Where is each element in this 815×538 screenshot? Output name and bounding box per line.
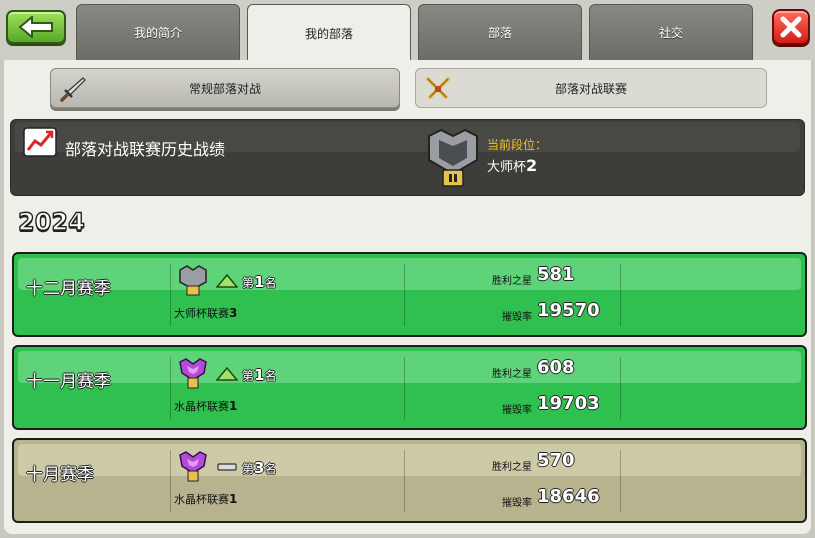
- season-place: 第1名: [242, 273, 276, 291]
- rank-same-icon: [217, 463, 237, 471]
- divider: [404, 357, 405, 419]
- league-tier: 1: [229, 492, 238, 506]
- destruction-label: 摧毁率: [502, 405, 532, 416]
- current-rank-label: 当前段位：: [487, 138, 548, 152]
- league-label: 大师杯联赛: [174, 307, 229, 320]
- place-prefix: 第: [242, 462, 255, 476]
- place-number: 3: [254, 459, 265, 477]
- current-rank-name: 大师杯: [487, 160, 527, 175]
- stars-value: 581: [537, 264, 575, 285]
- place-suffix: 名: [264, 462, 277, 476]
- war-league-label: 部落对战联赛: [554, 81, 627, 96]
- stars-label: 胜利之星: [492, 369, 532, 380]
- row-highlight: [18, 444, 801, 476]
- back-arrow-icon: [18, 16, 53, 38]
- master-league-icon: [428, 128, 478, 187]
- divider: [620, 357, 621, 419]
- history-title: 部落对战联赛历史战绩: [65, 140, 226, 159]
- regular-war-tab[interactable]: 常规部落对战: [50, 68, 400, 108]
- divider: [170, 264, 171, 326]
- league-label: 水晶杯联赛: [174, 493, 229, 506]
- tab-label: 社交: [658, 26, 683, 40]
- back-button[interactable]: [6, 10, 66, 44]
- close-button[interactable]: [772, 9, 810, 45]
- destruction-label: 摧毁率: [502, 312, 532, 323]
- stars-value: 570: [537, 450, 575, 471]
- league-label: 水晶杯联赛: [174, 400, 229, 413]
- close-x-icon: [780, 16, 802, 38]
- season-name: 十月赛季: [26, 465, 94, 485]
- row-highlight: [18, 258, 801, 290]
- history-header: 部落对战联赛历史战绩 当前段位： 大师杯2: [10, 119, 805, 196]
- place-prefix: 第: [242, 276, 255, 290]
- tab-my-clan[interactable]: 我的部落: [247, 4, 411, 62]
- divider: [404, 450, 405, 512]
- season-name: 十二月赛季: [26, 279, 111, 299]
- place-number: 1: [254, 273, 265, 291]
- tab-social[interactable]: 社交: [589, 4, 753, 60]
- current-rank-value: 大师杯2: [487, 156, 537, 175]
- league-tier: 3: [229, 306, 238, 320]
- season-row[interactable]: 十二月赛季 第1名 大师杯联赛3 胜利之星 581 摧毁率 19570: [12, 252, 807, 337]
- destruction-label: 摧毁率: [502, 498, 532, 509]
- stars-value: 608: [537, 357, 575, 378]
- destruction-value: 19703: [537, 393, 600, 414]
- destruction-value: 18646: [537, 486, 600, 507]
- tab-my-profile[interactable]: 我的简介: [76, 4, 240, 60]
- stars-label: 胜利之星: [492, 276, 532, 287]
- crossed-swords-icon: [426, 77, 450, 99]
- league-name: 大师杯联赛3: [174, 305, 237, 321]
- season-name: 十一月赛季: [26, 372, 111, 392]
- sword-icon: [60, 77, 86, 102]
- year-heading: 2024: [17, 207, 85, 236]
- war-league-tab[interactable]: 部落对战联赛: [415, 68, 767, 108]
- divider: [620, 264, 621, 326]
- league-name: 水晶杯联赛1: [174, 491, 237, 507]
- rank-up-icon: [216, 367, 238, 381]
- divider: [404, 264, 405, 326]
- season-place: 第1名: [242, 366, 276, 384]
- row-highlight: [18, 351, 801, 383]
- crystal-league-icon: [179, 451, 207, 482]
- league-tier: 1: [229, 399, 238, 413]
- rank-up-icon: [216, 274, 238, 288]
- place-number: 1: [254, 366, 265, 384]
- tab-label: 我的部落: [304, 27, 353, 41]
- regular-war-label: 常规部落对战: [188, 81, 261, 96]
- place-prefix: 第: [242, 369, 255, 383]
- tab-label: 部落: [487, 26, 512, 40]
- crystal-league-icon: [179, 358, 207, 389]
- current-rank-tier: 2: [526, 156, 538, 175]
- season-row[interactable]: 十一月赛季 第1名 水晶杯联赛1 胜利之星 608 摧毁率 19703: [12, 345, 807, 430]
- chart-icon: [23, 127, 57, 157]
- league-name: 水晶杯联赛1: [174, 398, 237, 414]
- place-suffix: 名: [264, 276, 277, 290]
- place-suffix: 名: [264, 369, 277, 383]
- divider: [170, 450, 171, 512]
- tab-clans[interactable]: 部落: [418, 4, 582, 60]
- divider: [620, 450, 621, 512]
- season-row[interactable]: 十月赛季 第3名 水晶杯联赛1 胜利之星 570 摧毁率 18646: [12, 438, 807, 523]
- divider: [170, 357, 171, 419]
- stars-label: 胜利之星: [492, 462, 532, 473]
- tab-label: 我的简介: [133, 26, 182, 40]
- master-league-icon: [179, 265, 207, 296]
- season-place: 第3名: [242, 459, 276, 477]
- destruction-value: 19570: [537, 300, 600, 321]
